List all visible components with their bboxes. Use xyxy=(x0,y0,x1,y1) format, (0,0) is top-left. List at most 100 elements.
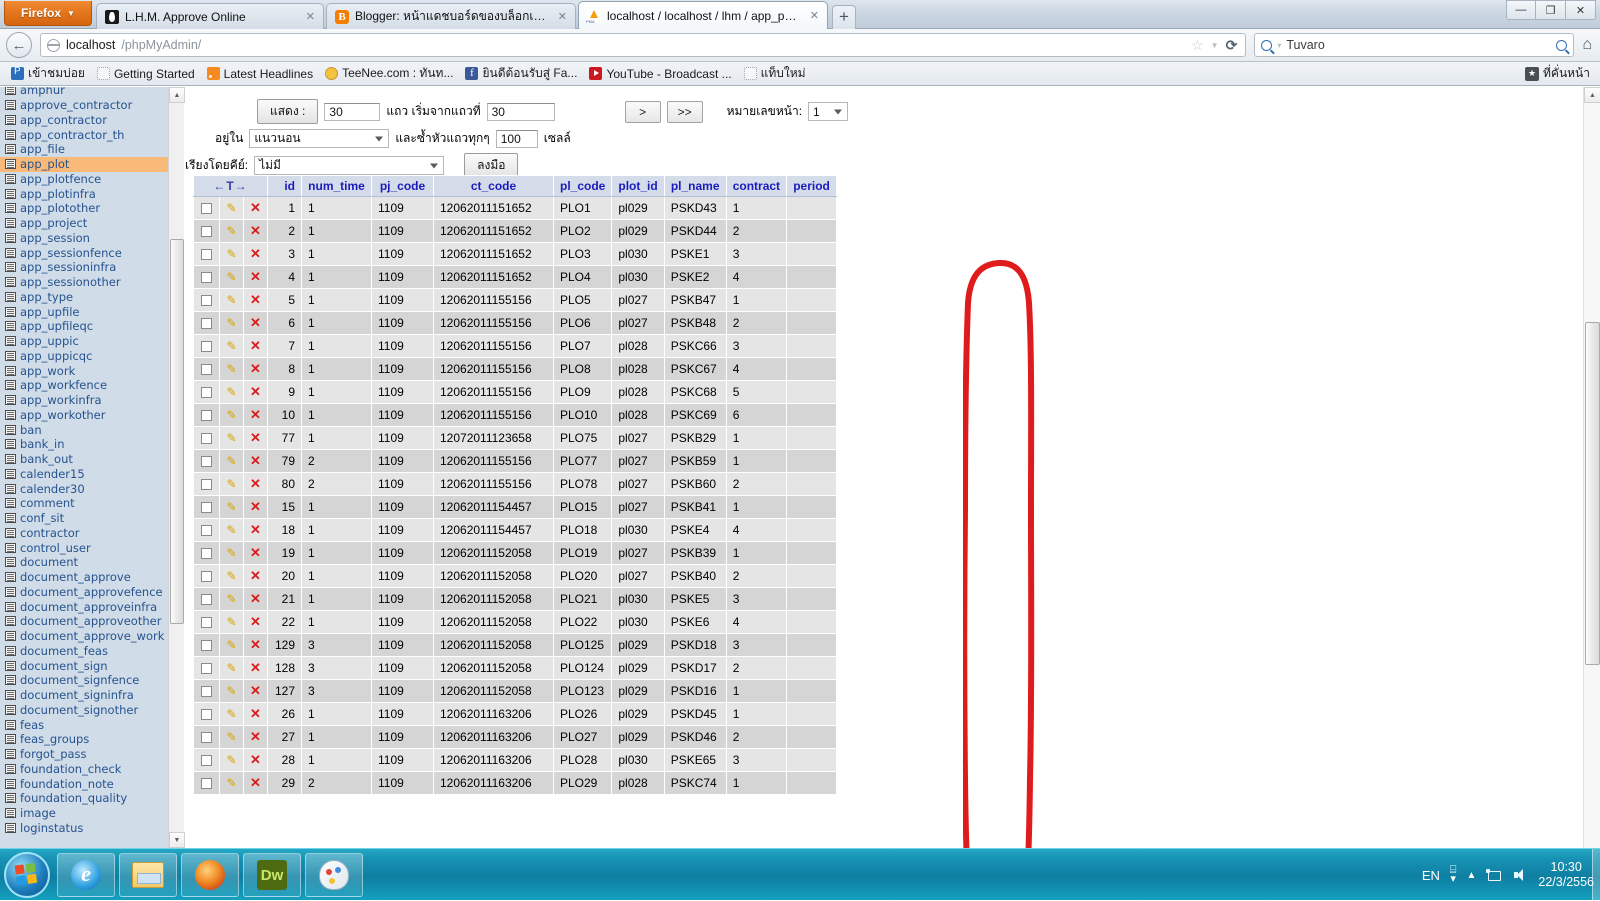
row-checkbox-cell[interactable] xyxy=(193,725,220,749)
navi-table-item-amphur[interactable]: amphur xyxy=(0,87,168,98)
cell-pl_name[interactable]: PSKD45 xyxy=(664,702,727,726)
cell-pj_code[interactable]: 1109 xyxy=(371,449,434,473)
bookmark-item-facebook[interactable]: f ยินดีต้อนรับสู่ Fa... xyxy=(460,63,582,84)
table-row[interactable]: ✎ ✕ 128 3 1109 12062011152058 PLO124 pl029 PSKD1… xyxy=(193,656,838,680)
cell-plot_id[interactable]: pl030 xyxy=(611,587,665,611)
pencil-icon[interactable]: ✎ xyxy=(226,615,236,629)
cell-id[interactable]: 5 xyxy=(267,288,302,312)
pencil-icon[interactable]: ✎ xyxy=(226,477,236,491)
delete-row-button[interactable]: ✕ xyxy=(243,564,268,588)
navi-table-item-ban[interactable]: ban xyxy=(0,422,168,437)
cell-pj_code[interactable]: 1109 xyxy=(371,380,434,404)
pencil-icon[interactable]: ✎ xyxy=(226,247,236,261)
cell-pj_code[interactable]: 1109 xyxy=(371,334,434,358)
navi-table-item-app_uppic[interactable]: app_uppic xyxy=(0,334,168,349)
edit-row-button[interactable]: ✎ xyxy=(219,449,244,473)
cell-contract[interactable]: 6 xyxy=(726,403,788,427)
pencil-icon[interactable]: ✎ xyxy=(226,523,236,537)
table-row[interactable]: ✎ ✕ 29 2 1109 12062011163206 PLO29 pl028 PSKC74 1 xyxy=(193,771,838,795)
pencil-icon[interactable]: ✎ xyxy=(226,431,236,445)
pencil-icon[interactable]: ✎ xyxy=(226,730,236,744)
cell-ct_code[interactable]: 12072011123658 xyxy=(433,426,554,450)
x-delete-icon[interactable]: ✕ xyxy=(250,499,261,514)
bookmark-item-new-tab[interactable]: แท็บใหม่ xyxy=(739,63,811,84)
cell-num_time[interactable]: 1 xyxy=(301,380,372,404)
navi-table-item-feas_groups[interactable]: feas_groups xyxy=(0,732,168,747)
cell-period[interactable] xyxy=(786,748,838,772)
cell-pl_name[interactable]: PSKD16 xyxy=(664,679,727,703)
network-icon[interactable] xyxy=(1486,867,1502,883)
cell-contract[interactable]: 3 xyxy=(726,334,788,358)
x-delete-icon[interactable]: ✕ xyxy=(250,384,261,399)
navi-table-item-app_upfileqc[interactable]: app_upfileqc xyxy=(0,319,168,334)
edit-row-button[interactable]: ✎ xyxy=(219,403,244,427)
rows-per-page-input[interactable]: 30 xyxy=(324,102,381,121)
cell-pl_name[interactable]: PSKC74 xyxy=(664,771,727,795)
cell-id[interactable]: 27 xyxy=(267,725,302,749)
row-checkbox-cell[interactable] xyxy=(193,242,220,266)
edit-row-button[interactable]: ✎ xyxy=(219,702,244,726)
cell-pj_code[interactable]: 1109 xyxy=(371,288,434,312)
edit-row-button[interactable]: ✎ xyxy=(219,725,244,749)
checkbox-icon[interactable] xyxy=(200,663,212,675)
table-row[interactable]: ✎ ✕ 15 1 1109 12062011154457 PLO15 pl027 PSKB41 1 xyxy=(193,495,838,519)
bookmarks-menu-button[interactable]: ★ ที่คั่นหน้า xyxy=(1525,64,1594,83)
cell-ct_code[interactable]: 12062011152058 xyxy=(433,656,554,680)
cell-period[interactable] xyxy=(786,495,838,519)
cell-pl_name[interactable]: PSKB40 xyxy=(664,564,727,588)
cell-contract[interactable]: 4 xyxy=(726,265,788,289)
cell-id[interactable]: 129 xyxy=(267,633,302,657)
edit-row-button[interactable]: ✎ xyxy=(219,219,244,243)
cell-plot_id[interactable]: pl028 xyxy=(611,771,665,795)
edit-row-button[interactable]: ✎ xyxy=(219,656,244,680)
cell-num_time[interactable]: 1 xyxy=(301,587,372,611)
cell-pl_name[interactable]: PSKB48 xyxy=(664,311,727,335)
cell-pl_code[interactable]: PLO27 xyxy=(553,725,613,749)
delete-row-button[interactable]: ✕ xyxy=(243,587,268,611)
cell-period[interactable] xyxy=(786,518,838,542)
cell-pl_name[interactable]: PSKD44 xyxy=(664,219,727,243)
cell-plot_id[interactable]: pl030 xyxy=(611,242,665,266)
cell-period[interactable] xyxy=(786,587,838,611)
pencil-icon[interactable]: ✎ xyxy=(226,546,236,560)
address-bar[interactable]: localhost /phpMyAdmin/ ☆ ▼ ⟳ xyxy=(40,33,1247,57)
delete-row-button[interactable]: ✕ xyxy=(243,748,268,772)
delete-row-button[interactable]: ✕ xyxy=(243,288,268,312)
navi-table-item-comment[interactable]: comment xyxy=(0,496,168,511)
cell-period[interactable] xyxy=(786,633,838,657)
page-number-select[interactable]: 1 xyxy=(808,102,849,121)
navi-table-item-app_session[interactable]: app_session xyxy=(0,231,168,246)
cell-num_time[interactable]: 3 xyxy=(301,656,372,680)
language-indicator[interactable]: EN xyxy=(1422,868,1440,883)
cell-contract[interactable]: 2 xyxy=(726,311,788,335)
table-row[interactable]: ✎ ✕ 21 1 1109 12062011152058 PLO21 pl030 PSKE5 3 xyxy=(193,587,838,611)
table-row[interactable]: ✎ ✕ 20 1 1109 12062011152058 PLO20 pl027 PSKB40 2 xyxy=(193,564,838,588)
table-row[interactable]: ✎ ✕ 9 1 1109 12062011155156 PLO9 pl028 PSKC68 5 xyxy=(193,380,838,404)
checkbox-icon[interactable] xyxy=(200,755,212,767)
checkbox-icon[interactable] xyxy=(200,341,212,353)
cell-pl_code[interactable]: PLO125 xyxy=(553,633,613,657)
cell-contract[interactable]: 1 xyxy=(726,702,788,726)
cell-id[interactable]: 128 xyxy=(267,656,302,680)
column-header-id[interactable]: id xyxy=(267,175,302,197)
checkbox-icon[interactable] xyxy=(200,318,212,330)
table-row[interactable]: ✎ ✕ 18 1 1109 12062011154457 PLO18 pl030 PSKE4 4 xyxy=(193,518,838,542)
checkbox-icon[interactable] xyxy=(200,594,212,606)
cell-period[interactable] xyxy=(786,242,838,266)
navi-table-item-calender30[interactable]: calender30 xyxy=(0,481,168,496)
cell-pj_code[interactable]: 1109 xyxy=(371,357,434,381)
delete-row-button[interactable]: ✕ xyxy=(243,219,268,243)
edit-row-button[interactable]: ✎ xyxy=(219,679,244,703)
cell-ct_code[interactable]: 12062011155156 xyxy=(433,334,554,358)
cell-pl_code[interactable]: PLO8 xyxy=(553,357,613,381)
cell-period[interactable] xyxy=(786,610,838,634)
cell-pj_code[interactable]: 1109 xyxy=(371,311,434,335)
cell-id[interactable]: 9 xyxy=(267,380,302,404)
scroll-down-arrow-icon[interactable]: ▼ xyxy=(169,832,185,848)
cell-pj_code[interactable]: 1109 xyxy=(371,541,434,565)
checkbox-icon[interactable] xyxy=(200,571,212,583)
cell-pl_name[interactable]: PSKB29 xyxy=(664,426,727,450)
pencil-icon[interactable]: ✎ xyxy=(226,569,236,583)
close-window-button[interactable]: ✕ xyxy=(1566,0,1596,20)
cell-contract[interactable]: 2 xyxy=(726,564,788,588)
